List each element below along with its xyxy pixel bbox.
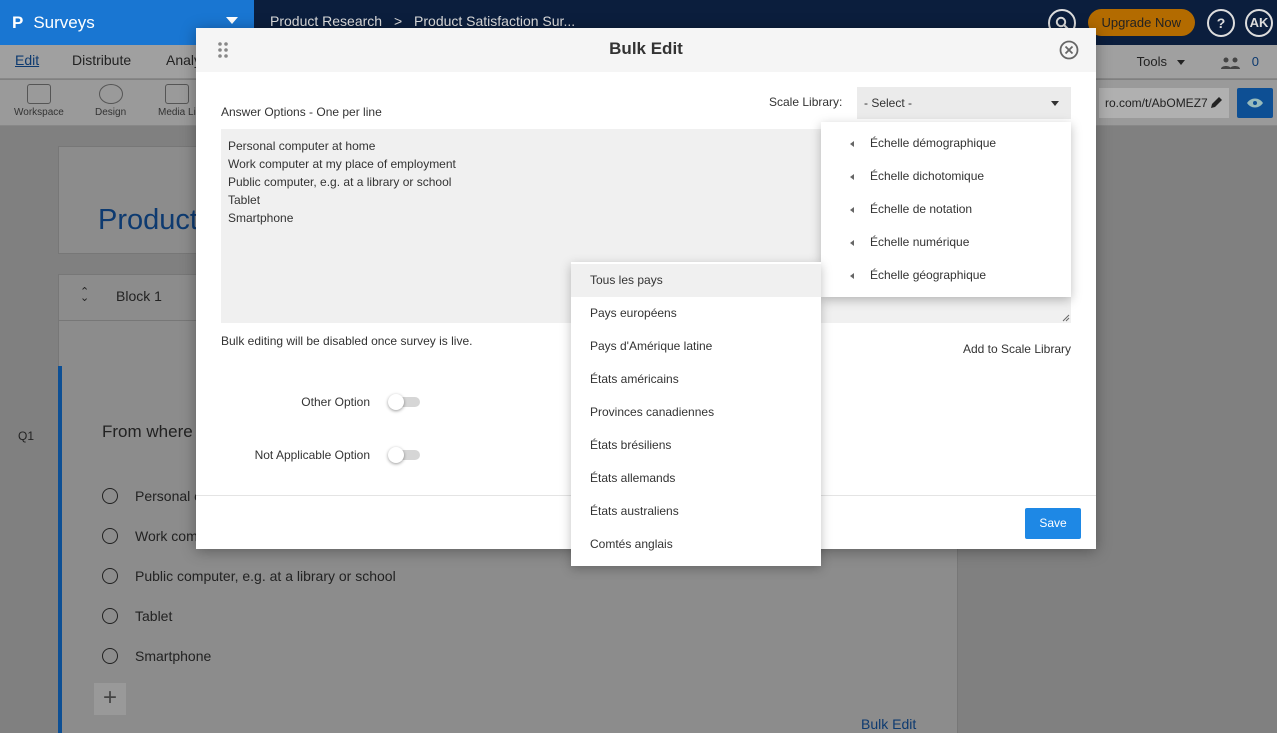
users-icon [1220,57,1240,69]
breadcrumb-item[interactable]: Product Satisfaction Sur... [414,13,575,29]
submenu-item[interactable]: Pays européens [571,297,821,330]
palette-icon [98,84,123,104]
eye-icon [1247,98,1263,108]
image-icon [164,84,189,104]
scale-menu-item[interactable]: Échelle démographique [821,127,1071,160]
not-applicable-toggle[interactable] [388,447,420,463]
submenu-item[interactable]: Pays d'Amérique latine [571,330,821,363]
scale-menu-label: Échelle dichotomique [870,169,985,183]
tools-menu[interactable]: Tools [1137,54,1185,69]
submenu-item[interactable]: États américains [571,363,821,396]
answer-option-label: Smartphone [135,648,212,664]
toggle-knob [388,447,404,463]
answer-option-label: Work com [135,528,198,544]
resize-grip-icon[interactable] [1062,314,1070,322]
upgrade-button[interactable]: Upgrade Now [1087,9,1195,36]
answer-option-label: Tablet [135,608,173,624]
pencil-icon[interactable] [1209,96,1223,110]
app-name: Surveys [33,12,95,32]
share-url-text: ro.com/t/AbOMEZ7 [1105,96,1208,110]
scale-menu-label: Échelle géographique [870,268,987,282]
radio-icon [102,528,118,544]
answer-option[interactable]: Work com [102,526,198,546]
scale-library-select[interactable]: - Select - [857,87,1071,119]
preview-button[interactable] [1237,88,1273,118]
scale-menu-item[interactable]: Échelle géographique [821,259,1071,292]
caret-left-icon [850,240,854,246]
answer-option[interactable]: Tablet [102,606,172,626]
caret-left-icon [850,174,854,180]
answers-label: Answer Options - One per line [221,105,382,119]
bulk-edit-link[interactable]: Bulk Edit [861,716,916,732]
design-tool[interactable]: Design [95,84,126,118]
radio-icon [102,488,118,504]
other-option-toggle[interactable] [388,394,420,410]
other-option-label: Other Option [301,395,370,409]
submenu-item[interactable]: Tous les pays [571,264,821,297]
avatar[interactable]: AK [1245,8,1273,37]
question-text[interactable]: From where [102,422,193,442]
tab-distribute[interactable]: Distribute [72,52,131,68]
answer-option[interactable]: Smartphone [102,646,211,666]
modal-title: Bulk Edit [609,39,683,58]
collapse-icon[interactable]: ⌃ ⌄ [80,287,89,304]
app-logo-icon: P [12,12,24,32]
add-option-button[interactable]: + [94,683,126,715]
not-applicable-label: Not Applicable Option [254,448,370,462]
media-library-label: Media Li [158,107,196,118]
media-library-tool[interactable]: Media Li [158,84,196,118]
help-icon[interactable]: ? [1207,8,1235,37]
submenu-item[interactable]: États brésiliens [571,429,821,462]
caret-left-icon [850,207,854,213]
close-icon[interactable] [1059,40,1079,60]
answer-option[interactable]: Public computer, e.g. at a library or sc… [102,566,396,586]
breadcrumb-separator: > [393,13,403,29]
scale-library-menu: Échelle démographique Échelle dichotomiq… [821,122,1071,297]
collaborators[interactable]: 0 [1220,54,1259,69]
modal-header: Bulk Edit [196,28,1096,72]
radio-icon [102,608,118,624]
caret-left-icon [850,141,854,147]
scale-menu-item[interactable]: Échelle dichotomique [821,160,1071,193]
share-url-field[interactable]: ro.com/t/AbOMEZ7 [1099,88,1229,118]
save-button[interactable]: Save [1025,508,1081,539]
bulk-edit-disabled-note: Bulk editing will be disabled once surve… [221,334,473,348]
answer-option-label: Personal c [135,488,202,504]
tab-edit[interactable]: Edit [15,52,39,68]
scale-library-label: Scale Library: [769,95,843,109]
scale-menu-label: Échelle de notation [870,202,973,216]
breadcrumb-item[interactable]: Product Research [270,13,382,29]
workspace-tool[interactable]: Workspace [14,84,64,118]
scale-menu-label: Échelle démographique [870,136,997,150]
scale-menu-item[interactable]: Échelle numérique [821,226,1071,259]
answer-option[interactable]: Personal c [102,486,201,506]
breadcrumb: Product Research > Product Satisfaction … [270,13,575,29]
radio-icon [102,648,118,664]
question-focus-bar [58,366,62,733]
collaborator-count: 0 [1251,54,1259,69]
submenu-item[interactable]: Comtés anglais [571,528,821,561]
toggle-knob [388,394,404,410]
caret-down-icon [1051,101,1059,106]
scale-library-value: - Select - [864,96,913,110]
question-number: Q1 [18,429,35,443]
survey-title: Product [98,204,198,236]
chevron-down-icon [226,17,238,24]
submenu-item[interactable]: États allemands [571,462,821,495]
workspace-icon [26,84,51,104]
answer-option-label: Public computer, e.g. at a library or sc… [135,568,396,584]
workspace-label: Workspace [14,107,64,118]
block-label: Block 1 [116,288,162,304]
add-to-scale-library-link[interactable]: Add to Scale Library [963,342,1071,356]
scale-menu-item[interactable]: Échelle de notation [821,193,1071,226]
radio-icon [102,568,118,584]
geographic-submenu: Tous les pays Pays européens Pays d'Amér… [571,262,821,566]
scale-menu-label: Échelle numérique [870,235,970,249]
design-label: Design [95,107,127,118]
caret-left-icon [850,273,854,279]
submenu-item[interactable]: États australiens [571,495,821,528]
submenu-item[interactable]: Provinces canadiennes [571,396,821,429]
